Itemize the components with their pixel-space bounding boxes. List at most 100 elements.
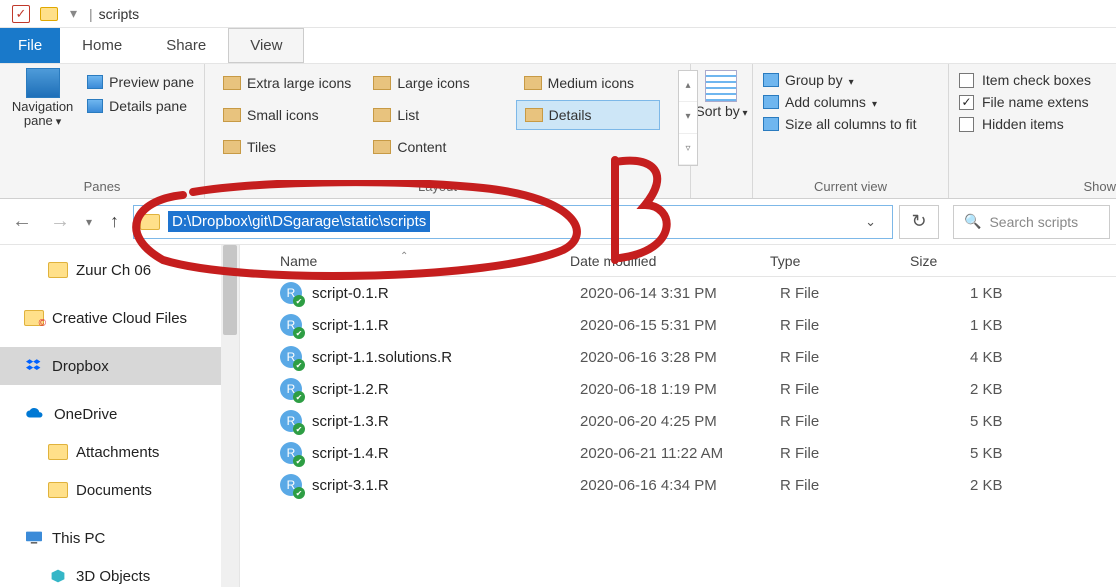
- layout-small[interactable]: Small icons: [215, 100, 359, 130]
- navigation-pane-label: Navigation pane: [12, 99, 73, 128]
- file-type: R File: [780, 317, 920, 334]
- folder-icon: [40, 7, 58, 21]
- layout-icon: [373, 76, 391, 90]
- file-size: 1 KB: [920, 317, 1116, 334]
- file-row[interactable]: Rscript-1.1.R2020-06-15 5:31 PMR File1 K…: [240, 309, 1116, 341]
- layout-list[interactable]: List: [365, 100, 509, 130]
- layout-icon: [223, 108, 241, 122]
- tab-view[interactable]: View: [228, 28, 304, 63]
- file-name: script-1.1.solutions.R: [312, 349, 580, 366]
- preview-pane-icon: [87, 75, 103, 89]
- r-file-icon: R: [280, 410, 302, 432]
- address-dropdown[interactable]: ⌄: [855, 214, 886, 230]
- hidden-items-toggle[interactable]: Hidden items: [959, 116, 1116, 132]
- tab-file[interactable]: File: [0, 28, 60, 63]
- file-date: 2020-06-15 5:31 PM: [580, 317, 780, 334]
- folder-icon: [140, 214, 160, 230]
- ribbon-group-label: Layout: [215, 175, 660, 196]
- file-type: R File: [780, 413, 920, 430]
- ribbon-group-label: Panes: [10, 175, 194, 196]
- layout-scrollbar[interactable]: ▴▾▿: [678, 70, 698, 166]
- sort-by-button[interactable]: Sort by: [695, 70, 747, 121]
- tree-item-this-pc[interactable]: This PC: [0, 519, 239, 557]
- add-columns-button[interactable]: Add columns: [763, 94, 938, 110]
- separator: |: [89, 6, 93, 22]
- tab-share[interactable]: Share: [144, 28, 228, 63]
- tree-item-3d-objects[interactable]: 3D Objects: [0, 557, 239, 587]
- file-type: R File: [780, 285, 920, 302]
- size-all-columns-button[interactable]: Size all columns to fit: [763, 116, 938, 132]
- tree-item-creative-cloud[interactable]: Creative Cloud Files: [0, 299, 239, 337]
- r-file-icon: R: [280, 282, 302, 304]
- tree-item-attachments[interactable]: Attachments: [0, 433, 239, 471]
- navigation-tree: Zuur Ch 06 Creative Cloud Files Dropbox …: [0, 245, 240, 587]
- address-path[interactable]: D:\Dropbox\git\DSgarage\static\scripts: [168, 211, 430, 232]
- tree-item-onedrive[interactable]: OneDrive: [0, 395, 239, 433]
- refresh-button[interactable]: ↻: [899, 205, 939, 239]
- file-name-extensions-toggle[interactable]: ✓File name extens: [959, 94, 1116, 110]
- checkbox-icon: [959, 117, 974, 132]
- up-button[interactable]: ↑: [102, 207, 127, 236]
- layout-icon: [524, 76, 542, 90]
- sort-icon: [705, 70, 737, 102]
- file-row[interactable]: Rscript-1.1.solutions.R2020-06-16 3:28 P…: [240, 341, 1116, 373]
- separator: ▾: [70, 5, 77, 22]
- folder-icon: [48, 444, 68, 460]
- file-type: R File: [780, 445, 920, 462]
- layout-icon: [223, 76, 241, 90]
- column-size[interactable]: Size: [910, 253, 1116, 269]
- tab-home[interactable]: Home: [60, 28, 144, 63]
- group-by-button[interactable]: Group by: [763, 72, 938, 88]
- layout-details[interactable]: Details: [516, 100, 660, 130]
- file-row[interactable]: Rscript-1.4.R2020-06-21 11:22 AMR File5 …: [240, 437, 1116, 469]
- file-row[interactable]: Rscript-1.2.R2020-06-18 1:19 PMR File2 K…: [240, 373, 1116, 405]
- preview-pane-label: Preview pane: [109, 74, 194, 90]
- qa-check-icon[interactable]: ✓: [12, 5, 30, 23]
- this-pc-icon: [24, 530, 44, 546]
- file-row[interactable]: Rscript-3.1.R2020-06-16 4:34 PMR File2 K…: [240, 469, 1116, 501]
- address-bar[interactable]: D:\Dropbox\git\DSgarage\static\scripts ⌄: [133, 205, 893, 239]
- file-name: script-1.2.R: [312, 381, 580, 398]
- layout-icon: [223, 140, 241, 154]
- layout-large[interactable]: Large icons: [365, 68, 509, 98]
- layout-tiles[interactable]: Tiles: [215, 132, 359, 162]
- file-list: ⌃Name Date modified Type Size Rscript-0.…: [240, 245, 1116, 587]
- r-file-icon: R: [280, 474, 302, 496]
- column-type[interactable]: Type: [770, 253, 910, 269]
- file-row[interactable]: Rscript-0.1.R2020-06-14 3:31 PMR File1 K…: [240, 277, 1116, 309]
- layout-medium[interactable]: Medium icons: [516, 68, 660, 98]
- checkbox-icon: ✓: [959, 95, 974, 110]
- file-name: script-0.1.R: [312, 285, 580, 302]
- column-date[interactable]: Date modified: [570, 253, 770, 269]
- file-date: 2020-06-14 3:31 PM: [580, 285, 780, 302]
- forward-button[interactable]: →: [44, 206, 76, 237]
- file-type: R File: [780, 381, 920, 398]
- r-file-icon: R: [280, 346, 302, 368]
- ribbon-group-current-view: Group by Add columns Size all columns to…: [753, 64, 949, 198]
- navigation-pane-button[interactable]: Navigation pane: [10, 68, 75, 129]
- tree-item-dropbox[interactable]: Dropbox: [0, 347, 239, 385]
- tree-item-zuur[interactable]: Zuur Ch 06: [0, 251, 239, 289]
- title-bar: ✓ ▾ | scripts: [0, 0, 1116, 28]
- creative-cloud-icon: [24, 310, 44, 326]
- preview-pane-button[interactable]: Preview pane: [87, 74, 194, 90]
- file-row[interactable]: Rscript-1.3.R2020-06-20 4:25 PMR File5 K…: [240, 405, 1116, 437]
- r-file-icon: R: [280, 442, 302, 464]
- file-date: 2020-06-21 11:22 AM: [580, 445, 780, 462]
- layout-icon: [373, 140, 391, 154]
- file-size: 5 KB: [920, 445, 1116, 462]
- details-pane-button[interactable]: Details pane: [87, 98, 194, 114]
- item-check-boxes-toggle[interactable]: Item check boxes: [959, 72, 1116, 88]
- r-file-icon: R: [280, 378, 302, 400]
- search-box[interactable]: 🔍 Search scripts: [953, 205, 1110, 239]
- layout-content[interactable]: Content: [365, 132, 509, 162]
- tree-item-documents[interactable]: Documents: [0, 471, 239, 509]
- layout-extra-large[interactable]: Extra large icons: [215, 68, 359, 98]
- file-type: R File: [780, 349, 920, 366]
- main-area: Zuur Ch 06 Creative Cloud Files Dropbox …: [0, 245, 1116, 587]
- file-name: script-1.1.R: [312, 317, 580, 334]
- sidebar-scrollbar[interactable]: [221, 245, 239, 587]
- history-dropdown[interactable]: ▾: [82, 211, 96, 233]
- back-button[interactable]: ←: [6, 206, 38, 237]
- column-name[interactable]: ⌃Name: [280, 253, 570, 269]
